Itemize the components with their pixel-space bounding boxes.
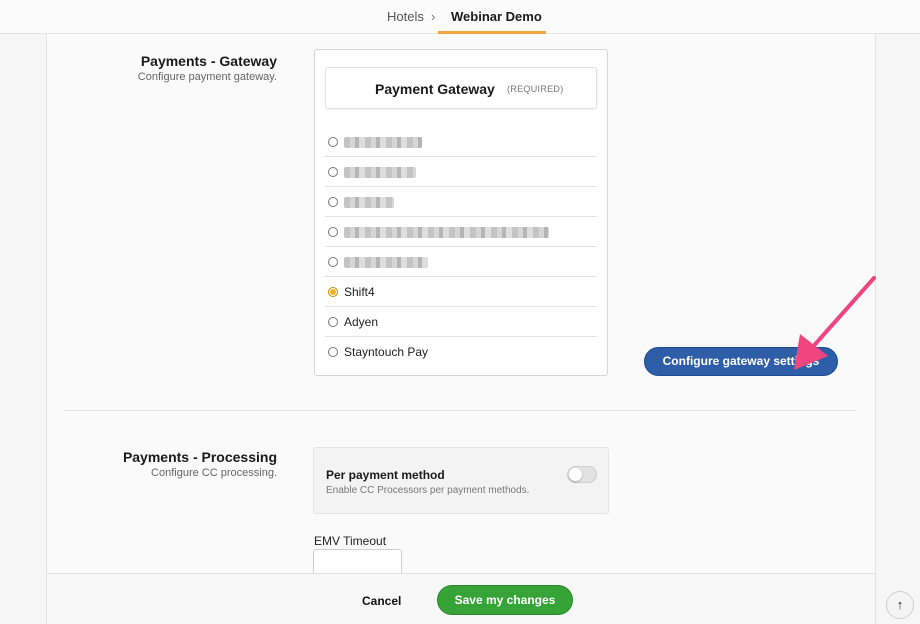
radio-icon[interactable] — [328, 167, 338, 177]
redacted-gateway-label — [344, 227, 549, 238]
radio-icon[interactable] — [328, 317, 338, 327]
breadcrumb-hotels[interactable]: Hotels — [387, 9, 424, 24]
top-navbar: Hotels › Webinar Demo — [0, 0, 920, 34]
required-tag: (REQUIRED) — [507, 84, 564, 94]
radio-icon[interactable] — [328, 347, 338, 357]
cancel-button[interactable]: Cancel — [362, 594, 401, 608]
per-payment-method-toggle[interactable] — [567, 466, 597, 483]
processing-section-header: Payments - Processing Configure CC proce… — [64, 449, 277, 489]
redacted-gateway-label — [344, 257, 428, 268]
payment-gateway-card: Payment Gateway (REQUIRED) Shift4 Adyen St… — [314, 49, 608, 376]
gateway-section-header: Payments - Gateway Configure payment gat… — [64, 53, 277, 93]
processing-section-description: Configure CC processing. — [151, 467, 277, 479]
gateway-section-title: Payments - Gateway — [140, 53, 277, 69]
gateway-option-label: Shift4 — [344, 285, 375, 299]
gateway-section-description: Configure payment gateway. — [137, 71, 277, 83]
radio-icon[interactable] — [328, 197, 338, 207]
redacted-gateway-label — [344, 137, 422, 148]
configure-gateway-settings-button[interactable]: Configure gateway settings — [644, 347, 838, 376]
payment-gateway-title: Payment Gateway — [375, 81, 495, 97]
radio-icon[interactable] — [328, 137, 338, 147]
radio-icon[interactable] — [328, 227, 338, 237]
toggle-knob — [569, 468, 582, 481]
footer-action-bar: Cancel Save my changes — [46, 573, 876, 624]
save-changes-button[interactable]: Save my changes — [437, 585, 573, 615]
processing-section-title: Payments - Processing — [122, 449, 277, 465]
redacted-gateway-label — [344, 197, 394, 208]
radio-selected-icon[interactable] — [328, 287, 338, 297]
per-payment-method-title: Per payment method — [326, 468, 445, 482]
gateway-option[interactable]: Stayntouch Pay — [325, 337, 597, 367]
gateway-option[interactable] — [325, 217, 597, 247]
payment-gateway-header: Payment Gateway (REQUIRED) — [325, 67, 597, 109]
gateway-option-label: Stayntouch Pay — [344, 345, 429, 359]
gateway-option[interactable]: Shift4 — [325, 277, 597, 307]
gateway-option[interactable]: Adyen — [325, 307, 597, 337]
gateway-option[interactable] — [325, 247, 597, 277]
radio-icon[interactable] — [328, 257, 338, 267]
section-divider — [64, 410, 856, 411]
redacted-gateway-label — [344, 167, 416, 178]
gateway-option[interactable] — [325, 157, 597, 187]
gateway-option-label: Adyen — [344, 315, 379, 329]
per-payment-method-card: Per payment method Enable CC Processors … — [313, 447, 609, 514]
per-payment-method-description: Enable CC Processors per payment methods… — [326, 485, 530, 496]
breadcrumb-separator-icon: › — [431, 9, 436, 24]
emv-timeout-label: EMV Timeout — [314, 534, 387, 548]
arrow-up-icon[interactable]: ↑ — [886, 591, 914, 619]
gateway-option[interactable] — [325, 127, 597, 157]
breadcrumb-current[interactable]: Webinar Demo — [451, 9, 542, 24]
gateway-option[interactable] — [325, 187, 597, 217]
